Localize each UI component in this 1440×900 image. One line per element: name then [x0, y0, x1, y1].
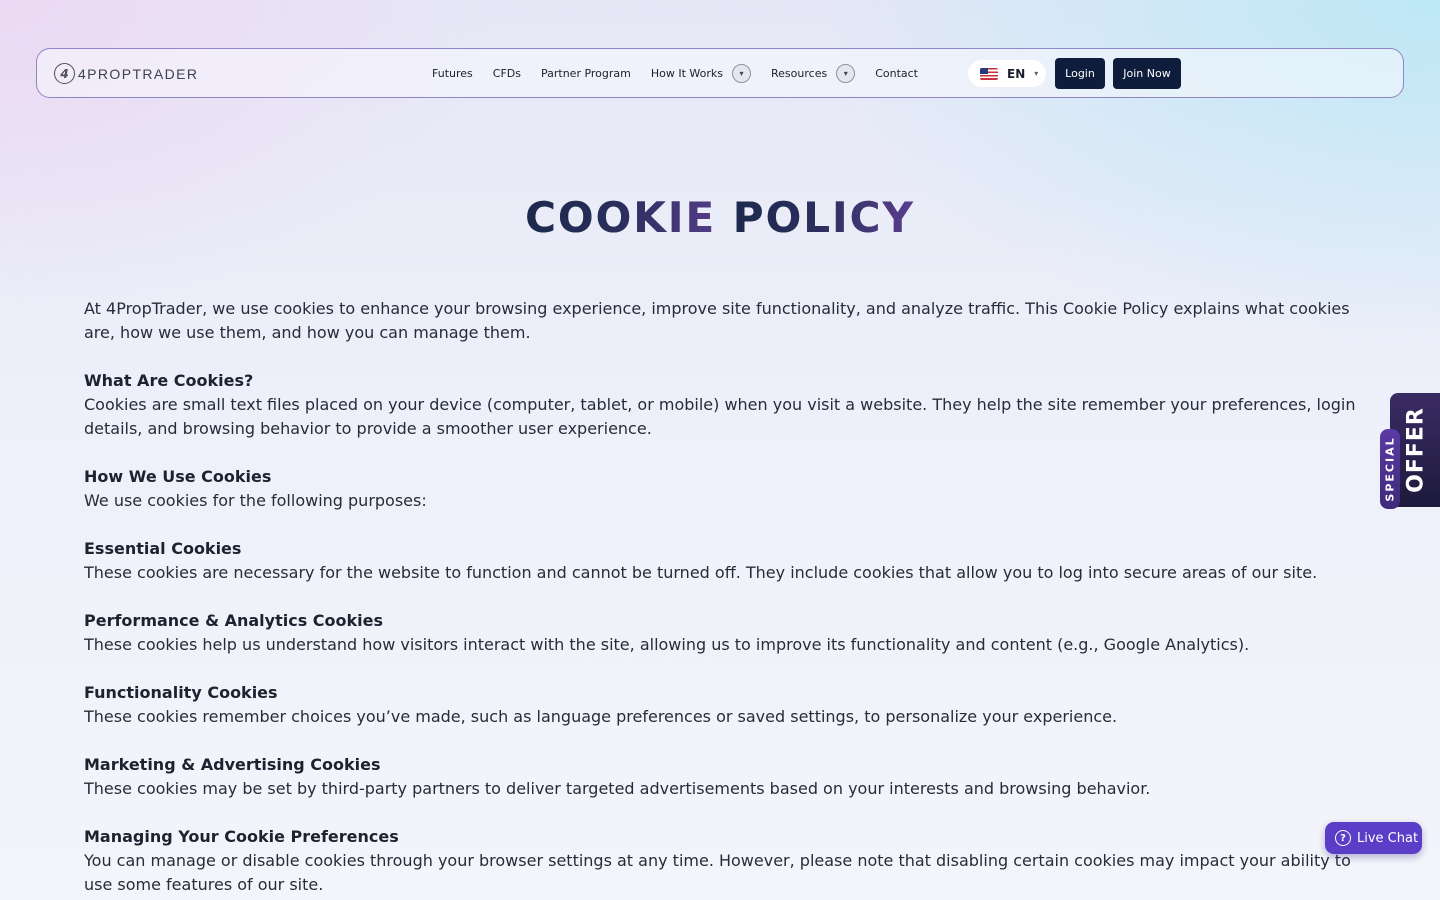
nav-how-it-works[interactable]: How It Works ▾ — [650, 63, 752, 83]
section-heading: Essential Cookies — [84, 539, 242, 558]
login-button[interactable]: Login — [1055, 58, 1105, 89]
intro-paragraph: At 4PropTrader, we use cookies to enhanc… — [84, 299, 1350, 342]
policy-section: Marketing & Advertising Cookies These co… — [84, 753, 1369, 801]
nav-label: Partner Program — [540, 66, 631, 80]
section-body: These cookies remember choices you’ve ma… — [84, 707, 1118, 726]
chevron-down-icon[interactable]: ▾ — [836, 63, 856, 83]
policy-content: At 4PropTrader, we use cookies to enhanc… — [84, 297, 1369, 900]
section-body: Cookies are small text files placed on y… — [84, 395, 1356, 438]
section-body: These cookies are necessary for the webs… — [84, 563, 1318, 582]
policy-section: What Are Cookies? Cookies are small text… — [84, 369, 1369, 441]
policy-section: How We Use Cookies We use cookies for th… — [84, 465, 1369, 513]
title-part-2: POLICY — [732, 193, 915, 242]
nav-resources[interactable]: Resources ▾ — [771, 63, 856, 83]
nav-contact[interactable]: Contact — [875, 67, 918, 80]
page-title: COOKIE POLICY — [0, 193, 1440, 242]
nav-partner-program[interactable]: Partner Program — [541, 67, 631, 80]
special-offer-label-special: SPECIAL — [1383, 436, 1397, 502]
nav-label: Resources — [771, 66, 828, 80]
section-body: These cookies may be set by third-party … — [84, 779, 1151, 798]
language-code: EN — [1007, 66, 1026, 81]
language-selector[interactable]: EN ▾ — [968, 60, 1046, 87]
nav-cfds[interactable]: CFDs — [493, 67, 521, 80]
live-chat-button[interactable]: ? Live Chat — [1325, 822, 1422, 854]
us-flag-icon — [980, 67, 998, 80]
chevron-down-icon: ▾ — [1034, 69, 1039, 78]
section-body: We use cookies for the following purpose… — [84, 491, 427, 510]
top-navbar: 4 4PROPTRADER Futures CFDs Partner Progr… — [36, 48, 1404, 98]
section-heading: How We Use Cookies — [84, 467, 272, 486]
policy-section: Essential Cookies These cookies are nece… — [84, 537, 1369, 585]
logo-text: 4PROPTRADER — [78, 65, 199, 82]
page-title-text: COOKIE POLICY — [525, 193, 915, 242]
chevron-down-icon[interactable]: ▾ — [732, 63, 752, 83]
brand-logo[interactable]: 4 4PROPTRADER — [54, 63, 198, 84]
live-chat-label: Live Chat — [1357, 830, 1419, 846]
nav-label: Contact — [875, 66, 918, 80]
nav-futures[interactable]: Futures — [432, 67, 473, 80]
logo-mark-icon: 4 — [54, 63, 75, 84]
policy-section: Performance & Analytics Cookies These co… — [84, 609, 1369, 657]
join-now-button[interactable]: Join Now — [1113, 58, 1181, 89]
help-circle-icon: ? — [1335, 830, 1351, 846]
nav-label: CFDs — [492, 66, 521, 80]
section-heading: Functionality Cookies — [84, 683, 278, 702]
section-heading: Managing Your Cookie Preferences — [84, 827, 399, 846]
policy-section: Managing Your Cookie Preferences You can… — [84, 825, 1369, 897]
section-heading: What Are Cookies? — [84, 371, 254, 390]
section-body: You can manage or disable cookies throug… — [84, 851, 1351, 894]
section-heading: Performance & Analytics Cookies — [84, 611, 384, 630]
main-nav: Futures CFDs Partner Program How It Work… — [432, 49, 918, 97]
nav-label: Futures — [432, 66, 473, 80]
section-heading: Marketing & Advertising Cookies — [84, 755, 381, 774]
nav-label: How It Works — [650, 66, 724, 80]
section-body: These cookies help us understand how vis… — [84, 635, 1250, 654]
special-offer-label-offer: OFFER — [1403, 407, 1429, 493]
policy-section: Functionality Cookies These cookies reme… — [84, 681, 1369, 729]
title-part-1: COOKIE — [525, 193, 733, 242]
